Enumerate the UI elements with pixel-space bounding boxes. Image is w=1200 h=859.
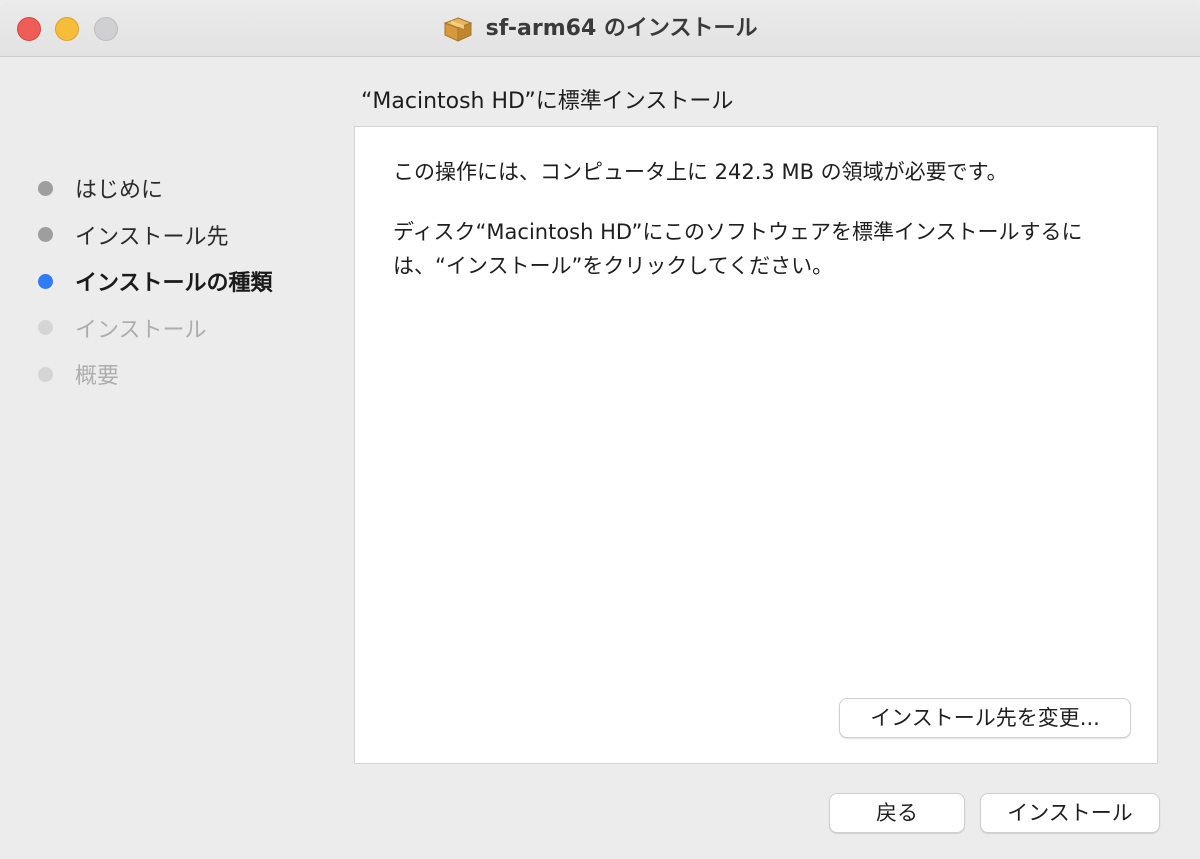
step-indicator-icon: [38, 366, 53, 382]
change-install-location-button[interactable]: インストール先を変更...: [839, 698, 1131, 738]
step-list: はじめに インストール先 インストールの種類 インストール 概要: [38, 165, 273, 398]
install-instructions-text: ディスク“Macintosh HD”にこのソフトウェアを標準インストールするには…: [393, 220, 1083, 278]
step-destination: インストール先: [38, 212, 273, 259]
step-label: インストール: [75, 317, 207, 343]
step-indicator-icon: [38, 227, 53, 243]
title-bar[interactable]: sf-arm64 のインストール: [0, 0, 1200, 57]
step-label: インストール先: [75, 224, 229, 250]
back-button[interactable]: 戻る: [829, 793, 965, 833]
install-button[interactable]: インストール: [980, 793, 1160, 833]
installer-window: sf-arm64 のインストール “Macintosh HD”に標準インストール…: [0, 0, 1200, 859]
window-title-group: sf-arm64 のインストール: [0, 13, 1200, 43]
content-panel: この操作には、コンピュータ上に 242.3 MB の領域が必要です。 ディスク“…: [354, 126, 1158, 764]
package-icon: [443, 16, 473, 42]
step-label: はじめに: [75, 178, 164, 204]
step-install-type: インストールの種類: [38, 258, 273, 305]
step-indicator-icon: [38, 320, 53, 336]
step-label: 概要: [75, 364, 120, 390]
step-summary: 概要: [38, 351, 273, 398]
window-title: sf-arm64 のインストール: [485, 15, 758, 41]
step-indicator-icon: [38, 180, 53, 196]
space-required-text: この操作には、コンピュータ上に 242.3 MB の領域が必要です。: [393, 160, 1008, 184]
step-label: インストールの種類: [75, 271, 273, 297]
page-title: “Macintosh HD”に標準インストール: [361, 89, 734, 114]
step-introduction: はじめに: [38, 165, 273, 212]
step-install: インストール: [38, 305, 273, 352]
step-indicator-icon: [38, 273, 53, 289]
